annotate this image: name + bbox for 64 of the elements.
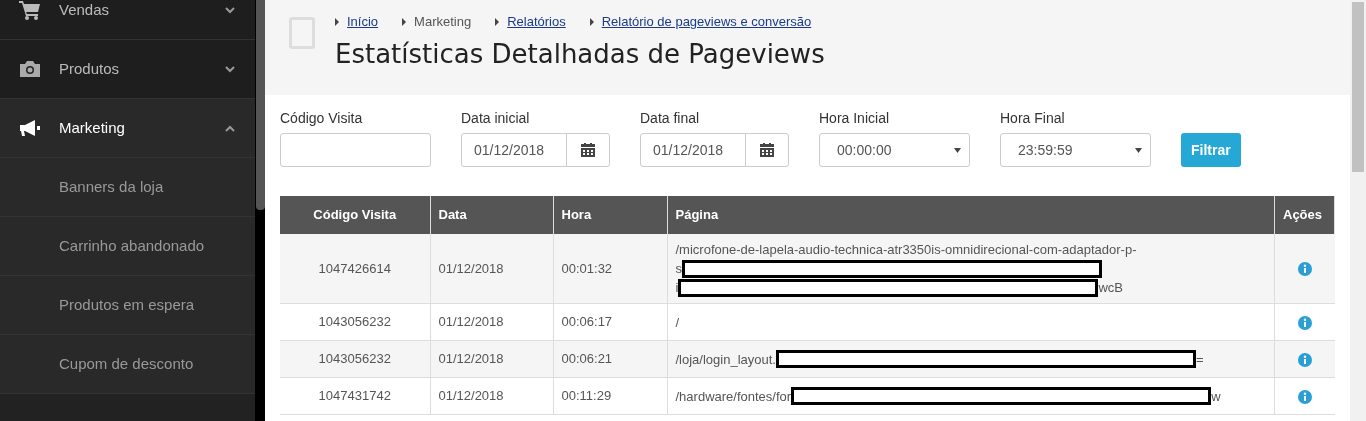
sidebar-item[interactable]: Produtos (0, 40, 255, 99)
table-cell: 1047431742 (280, 377, 430, 415)
time-select[interactable]: 23:59:59 (1000, 133, 1151, 167)
info-icon[interactable] (1297, 315, 1312, 330)
chevron-down-icon (225, 65, 235, 73)
table-cell: 1043056232 (280, 340, 430, 378)
sidebar-item[interactable]: Marketing (0, 99, 255, 158)
triangle-icon (495, 17, 500, 26)
table-cell: 00:11:29 (553, 377, 667, 415)
table-cell: 01/12/2018 (430, 234, 553, 304)
page-path: = (1195, 350, 1204, 369)
caret-icon (954, 147, 961, 153)
page-path: /hardware/fontes/for (675, 387, 792, 406)
table-cell: 01/12/2018 (430, 303, 553, 341)
info-icon[interactable] (1297, 262, 1312, 277)
calendar-icon (760, 143, 774, 157)
page-path: i (675, 279, 679, 297)
scrollbar-thumb[interactable] (1352, 2, 1364, 172)
table-cell: 1043056232 (280, 303, 430, 341)
breadcrumb-link[interactable]: Relatórios (507, 12, 566, 32)
date-field[interactable]: 01/12/2018 (461, 133, 610, 167)
table-cell: 00:06:17 (553, 303, 667, 341)
field-label: Código Visita (280, 109, 364, 128)
field-label: Hora Inicial (819, 109, 891, 128)
scrollbar-thumb[interactable] (255, 0, 265, 210)
breadcrumb-link[interactable]: Início (347, 12, 379, 32)
page-path: wcB (1098, 279, 1123, 297)
page-title: Estatísticas Detalhadas de Pageviews (335, 37, 825, 71)
chevron-up-icon (225, 124, 235, 132)
caret-icon (1135, 147, 1142, 153)
table-cell: 00:01:32 (553, 234, 667, 304)
table-cell: 01/12/2018 (430, 377, 553, 415)
chevron-down-icon (225, 6, 235, 14)
breadcrumb-text: Marketing (414, 13, 472, 31)
triangle-icon (589, 17, 594, 26)
field-label: Data inicial (461, 109, 531, 128)
field-label: Hora Final (1000, 109, 1066, 128)
page-path: s (675, 260, 682, 278)
cart-icon (19, 0, 41, 20)
triangle-icon (402, 17, 407, 26)
time-select[interactable]: 00:00:00 (819, 133, 970, 167)
page-path: /microfone-de-lapela-audio-technica-atr3350is-omnidirecional-com-adaptador-p- (675, 241, 1137, 259)
megaphone-icon (19, 119, 41, 137)
page-path: / (675, 313, 680, 332)
sidebar-item[interactable]: Vendas (0, 0, 255, 40)
table-cell: 01/12/2018 (430, 340, 553, 378)
page-path: /loja/login_layout. (675, 350, 776, 369)
triangle-icon (335, 17, 339, 26)
calendar-icon (581, 143, 595, 157)
table-cell: 1047426614 (280, 234, 430, 304)
page-icon (289, 17, 315, 49)
page-path: w (1211, 387, 1221, 406)
sidebar-subitem[interactable]: Carrinho abandonado (0, 217, 255, 276)
info-icon[interactable] (1297, 352, 1312, 367)
breadcrumb-link[interactable]: Relatório de pageviews e conversão (601, 12, 812, 32)
table-cell: 00:06:21 (553, 340, 667, 378)
camera-icon (19, 60, 41, 78)
sidebar-subitem[interactable]: Produtos em espera (0, 276, 255, 335)
info-icon[interactable] (1297, 389, 1312, 404)
input-field[interactable] (280, 133, 431, 167)
sidebar-subitem[interactable]: Banners da loja (0, 158, 255, 217)
date-field[interactable]: 01/12/2018 (640, 133, 789, 167)
sidebar-subitem[interactable]: Cupom de desconto (0, 335, 255, 394)
field-label: Data final (640, 109, 701, 128)
